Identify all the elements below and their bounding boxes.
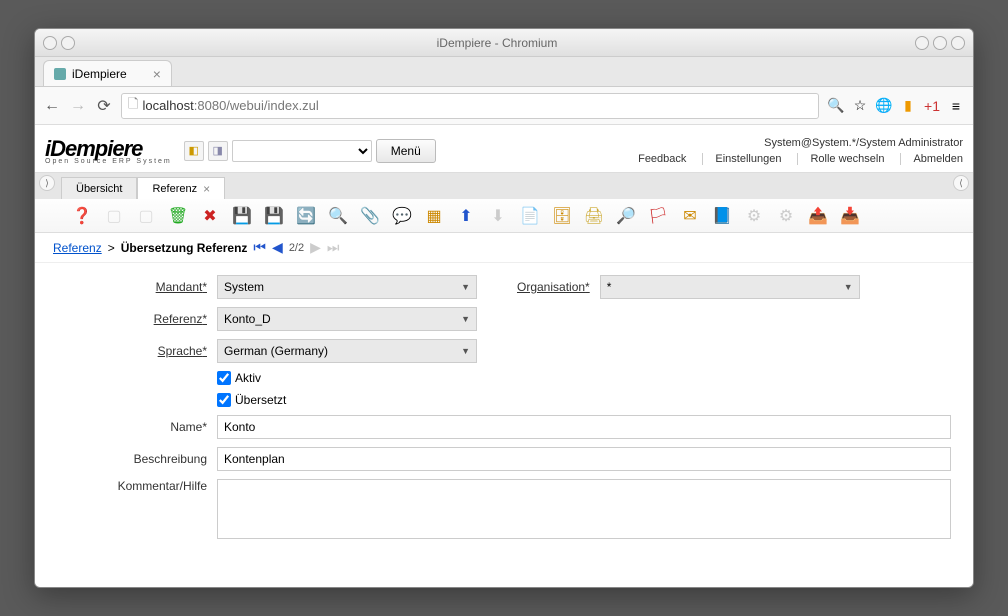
sprache-select[interactable]: German (Germany)▼ (217, 339, 477, 363)
back-icon[interactable]: ← (43, 97, 61, 115)
mandant-select[interactable]: System▼ (217, 275, 477, 299)
prev-record-icon[interactable]: ◀ (272, 239, 283, 256)
breadcrumb-current: Übersetzung Referenz (121, 241, 248, 255)
chat-icon[interactable]: 💬 (391, 205, 413, 227)
app-logo: iDempiere Open Source ERP System (45, 136, 172, 165)
os-menu-dot[interactable] (43, 36, 57, 50)
name-input[interactable] (217, 415, 951, 439)
beschreibung-input[interactable] (217, 447, 951, 471)
gear-icon[interactable]: ⚙ (775, 205, 797, 227)
settings-link[interactable]: Einstellungen (702, 153, 781, 165)
aktiv-checkbox[interactable]: Aktiv (217, 371, 261, 385)
workflow-icon[interactable]: 🏳 (647, 205, 669, 227)
product-icon[interactable]: 📘 (711, 205, 733, 227)
os-menu-dot2[interactable] (61, 36, 75, 50)
request-icon[interactable]: ✉ (679, 205, 701, 227)
zoom-across-icon[interactable]: 🔎 (615, 205, 637, 227)
lookup-icon[interactable]: 🔍 (327, 205, 349, 227)
save-new-icon[interactable]: 💾 (263, 205, 285, 227)
user-context: System@System.*/System Administrator (626, 137, 963, 149)
breadcrumb: Referenz > Übersetzung Referenz ⏮ ◀ 2/2 … (35, 233, 973, 263)
bookmark-star-icon[interactable]: ☆ (851, 97, 869, 115)
breadcrumb-sep: > (108, 241, 115, 255)
sprache-label: Sprache* (57, 344, 207, 358)
url-host: localhost (142, 98, 193, 113)
parent-icon[interactable]: ⬆ (455, 205, 477, 227)
zoom-icon[interactable]: 🔍 (827, 97, 845, 115)
organisation-label: Organisation* (517, 280, 590, 294)
delete-sel-icon[interactable]: ✖ (199, 205, 221, 227)
gplus-icon[interactable]: +1 (923, 97, 941, 115)
logout-link[interactable]: Abmelden (900, 153, 963, 165)
organisation-select[interactable]: *▼ (600, 275, 860, 299)
menu-button[interactable]: Menü (376, 139, 436, 163)
tab-overview[interactable]: Übersicht (61, 177, 137, 199)
kommentar-label: Kommentar/Hilfe (57, 479, 207, 493)
next-record-icon[interactable]: ▶ (310, 239, 321, 256)
process-icon[interactable]: ⚙ (743, 205, 765, 227)
menu-icon[interactable]: ≡ (947, 97, 965, 115)
reload-icon[interactable]: ⟳ (95, 97, 113, 115)
url-path: :8080/webui/index.zul (194, 98, 319, 113)
close-button[interactable] (951, 36, 965, 50)
forward-icon[interactable]: → (69, 97, 87, 115)
globe-icon: 🗋 (128, 95, 138, 117)
report-icon[interactable]: 📄 (519, 205, 541, 227)
feedback-link[interactable]: Feedback (626, 153, 686, 165)
record-toolbar: ❓ ▢ ▢ 🗑 ✖ 💾 💾 🔄 🔍 📎 💬 ▦ ⬆ ⬇ 📄 🗄 🖨 🔎 🏳 ✉ … (35, 199, 973, 233)
first-record-icon[interactable]: ⏮ (253, 239, 266, 256)
last-record-icon[interactable]: ⏭ (327, 239, 340, 256)
beschreibung-label: Beschreibung (57, 452, 207, 466)
archive-icon[interactable]: 🗄 (551, 205, 573, 227)
os-titlebar: iDempiere - Chromium (35, 29, 973, 57)
browser-tabstrip: iDempiere × (35, 57, 973, 87)
save-icon[interactable]: 💾 (231, 205, 253, 227)
favicon-icon (54, 68, 66, 80)
referenz-select[interactable]: Konto_D▼ (217, 307, 477, 331)
minimize-button[interactable] (915, 36, 929, 50)
app-window: iDempiere - Chromium iDempiere × ← → ⟳ 🗋… (34, 28, 974, 588)
extension-icon[interactable]: ▮ (899, 97, 917, 115)
tab-reference[interactable]: Referenz× (137, 177, 225, 199)
attach-icon[interactable]: 📎 (359, 205, 381, 227)
switch-role-link[interactable]: Rolle wechseln (797, 153, 884, 165)
browser-toolbar: ← → ⟳ 🗋 localhost:8080/webui/index.zul 🔍… (35, 87, 973, 125)
name-label: Name* (57, 420, 207, 434)
expand-right-icon[interactable]: ⟨ (953, 175, 969, 191)
browser-tab[interactable]: iDempiere × (43, 60, 172, 86)
maximize-button[interactable] (933, 36, 947, 50)
uebersetzt-checkbox[interactable]: Übersetzt (217, 393, 286, 407)
print-icon[interactable]: 🖨 (583, 205, 605, 227)
mandant-label: Mandant* (57, 280, 207, 294)
new-window-icon[interactable]: ◧ (184, 141, 204, 161)
help-icon[interactable]: ❓ (71, 205, 93, 227)
copy-icon[interactable]: ▢ (135, 205, 157, 227)
open-window-icon[interactable]: ◨ (208, 141, 228, 161)
delete-icon[interactable]: 🗑 (167, 205, 189, 227)
form-panel: Mandant* System▼ Organisation* *▼ Refere… (35, 263, 973, 559)
referenz-label: Referenz* (57, 312, 207, 326)
window-title: iDempiere - Chromium (79, 36, 915, 50)
detail-icon[interactable]: ⬇ (487, 205, 509, 227)
expand-left-icon[interactable]: ⟩ (39, 175, 55, 191)
translate-icon[interactable]: 🌐 (875, 97, 893, 115)
kommentar-textarea[interactable] (217, 479, 951, 539)
new-icon[interactable]: ▢ (103, 205, 125, 227)
grid-icon[interactable]: ▦ (423, 205, 445, 227)
close-tab-icon[interactable]: × (153, 66, 161, 82)
app-header: iDempiere Open Source ERP System ◧ ◨ Men… (35, 125, 973, 173)
browser-tab-title: iDempiere (72, 67, 127, 81)
app-content: iDempiere Open Source ERP System ◧ ◨ Men… (35, 125, 973, 587)
quick-select[interactable] (232, 140, 372, 162)
breadcrumb-root[interactable]: Referenz (53, 241, 102, 255)
import-icon[interactable]: 📥 (839, 205, 861, 227)
close-tab-icon[interactable]: × (203, 182, 210, 196)
page-indicator: 2/2 (289, 242, 304, 254)
address-bar[interactable]: 🗋 localhost:8080/webui/index.zul (121, 93, 819, 119)
refresh-icon[interactable]: 🔄 (295, 205, 317, 227)
main-tabs: ⟩ Übersicht Referenz× ⟨ (35, 173, 973, 199)
export-icon[interactable]: 📤 (807, 205, 829, 227)
